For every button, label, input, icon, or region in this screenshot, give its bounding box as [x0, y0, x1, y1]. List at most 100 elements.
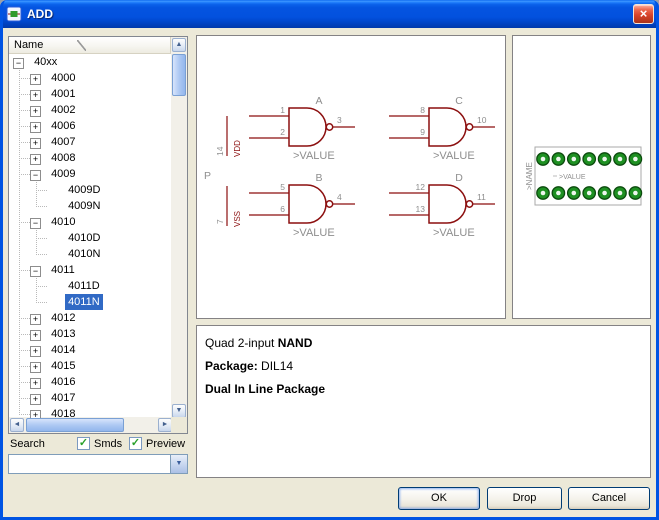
tree-expander[interactable]: + [30, 394, 41, 405]
tree-item-label[interactable]: 4010D [65, 230, 103, 246]
library-tree-panel: Name − 40xx + 4000 + 4001 + 4002 + 4006 … [8, 36, 188, 434]
tree-item-label[interactable]: 4011D [65, 278, 103, 294]
tree-item[interactable]: + 4002 [9, 102, 171, 118]
pad-hole [541, 157, 546, 162]
tree-expander[interactable]: + [30, 154, 41, 165]
preview-checkbox-label[interactable]: Preview [146, 438, 185, 450]
tree-item-label[interactable]: 4015 [48, 358, 78, 374]
smds-checkbox[interactable]: ✓ [77, 437, 90, 450]
tree-item-label[interactable]: 4007 [48, 134, 78, 150]
tree-item-label[interactable]: 4006 [48, 118, 78, 134]
scroll-up-icon: ▲ [176, 41, 183, 48]
tree-item[interactable]: 4011D [9, 278, 171, 294]
scroll-down-button[interactable]: ▼ [172, 404, 186, 418]
tree-expander[interactable]: + [30, 106, 41, 117]
cancel-button[interactable]: Cancel [568, 487, 650, 510]
scroll-left-button[interactable]: ◄ [10, 418, 24, 432]
vertical-scroll-thumb[interactable] [172, 54, 186, 96]
pad-hole [618, 191, 623, 196]
svg-text:>VALUE: >VALUE [433, 227, 475, 239]
preview-checkbox[interactable]: ✓ [129, 437, 142, 450]
tree-header-name[interactable]: Name [9, 37, 171, 54]
tree-item-label[interactable]: 4011N [65, 294, 103, 310]
tree-item[interactable]: + 4014 [9, 342, 171, 358]
svg-text:6: 6 [280, 204, 285, 214]
tree-item-label[interactable]: 4013 [48, 326, 78, 342]
tree-item[interactable]: 4009D [9, 182, 171, 198]
tree-item[interactable]: − 4011 [9, 262, 171, 278]
tree-item[interactable]: + 4012 [9, 310, 171, 326]
combo-dropdown-button[interactable]: ▼ [170, 455, 187, 473]
tree-item-label[interactable]: 4011 [48, 262, 78, 278]
drop-button[interactable]: Drop [487, 487, 562, 510]
tree-expander[interactable]: + [30, 346, 41, 357]
scroll-up-button[interactable]: ▲ [172, 38, 186, 52]
tree-item-label[interactable]: 4010N [65, 246, 103, 262]
tree-item[interactable]: + 4015 [9, 358, 171, 374]
tree-item-label[interactable]: 4009N [65, 198, 103, 214]
nand-gate-a: 1 2 3 A >VALUE [249, 95, 355, 162]
tree-item[interactable]: 4010N [9, 246, 171, 262]
tree-item[interactable]: + 4001 [9, 86, 171, 102]
svg-text:VDD: VDD [233, 140, 242, 157]
tree-horizontal-scrollbar[interactable]: ◄ ► [9, 417, 173, 433]
tree-item[interactable]: 4011N [9, 294, 171, 310]
tree-item-label[interactable]: 4010 [48, 214, 78, 230]
tree-item-label[interactable]: 4014 [48, 342, 78, 358]
svg-text:>VALUE: >VALUE [433, 150, 475, 162]
scroll-right-button[interactable]: ► [158, 418, 172, 432]
pad-hole [556, 157, 561, 162]
tree-expander[interactable]: + [30, 314, 41, 325]
tree-item[interactable]: − 4009 [9, 166, 171, 182]
svg-text:10: 10 [477, 115, 487, 125]
tree-item-label[interactable]: 4000 [48, 70, 78, 86]
tree-expander[interactable]: + [30, 378, 41, 389]
search-input[interactable] [9, 455, 170, 473]
tree-item[interactable]: + 4013 [9, 326, 171, 342]
close-button[interactable]: × [633, 4, 654, 24]
package-preview-panel: >NAME >VALUE [512, 35, 651, 319]
tree-item[interactable]: + 4017 [9, 390, 171, 406]
tree-item-label[interactable]: 4017 [48, 390, 78, 406]
tree-expander[interactable]: + [30, 330, 41, 341]
tree-expander[interactable]: + [30, 138, 41, 149]
ok-button[interactable]: OK [398, 487, 480, 510]
tree-expander[interactable]: − [13, 58, 24, 69]
tree-expander[interactable]: − [30, 266, 41, 277]
tree-item-label[interactable]: 4009D [65, 182, 103, 198]
tree-item-label[interactable]: 4016 [48, 374, 78, 390]
pad-hole [572, 157, 577, 162]
tree-expander[interactable]: − [30, 170, 41, 181]
tree-expander[interactable]: + [30, 74, 41, 85]
tree-item[interactable]: − 40xx [9, 54, 171, 70]
tree-item[interactable]: − 4010 [9, 214, 171, 230]
tree-item[interactable]: + 4007 [9, 134, 171, 150]
tree-item-label[interactable]: 4001 [48, 86, 78, 102]
pad-hole [602, 157, 607, 162]
package-pads [537, 153, 642, 199]
tree-item[interactable]: + 4006 [9, 118, 171, 134]
tree-item-label[interactable]: 40xx [31, 54, 60, 70]
tree-expander[interactable]: − [30, 218, 41, 229]
tree-item-label[interactable]: 4009 [48, 166, 78, 182]
tree-item[interactable]: + 4008 [9, 150, 171, 166]
tree-item[interactable]: 4010D [9, 230, 171, 246]
tree-expander[interactable]: + [30, 90, 41, 101]
tree-expander[interactable]: + [30, 410, 41, 418]
description-text: Quad 2-input [205, 336, 278, 350]
titlebar[interactable]: ADD × [0, 0, 659, 28]
search-input-combo[interactable]: ▼ [8, 454, 188, 474]
tree-expander[interactable]: + [30, 362, 41, 373]
tree-item[interactable]: 4009N [9, 198, 171, 214]
tree-item-label[interactable]: 4002 [48, 102, 78, 118]
smds-checkbox-label[interactable]: Smds [94, 438, 122, 450]
tree-item-label[interactable]: 4008 [48, 150, 78, 166]
svg-text:13: 13 [416, 204, 426, 214]
tree-item-label[interactable]: 4012 [48, 310, 78, 326]
tree-item[interactable]: + 4000 [9, 70, 171, 86]
tree-vertical-scrollbar[interactable]: ▲ ▼ [171, 37, 187, 419]
horizontal-scroll-thumb[interactable] [26, 418, 124, 432]
tree-item[interactable]: + 4016 [9, 374, 171, 390]
svg-text:C: C [455, 95, 463, 107]
tree-expander[interactable]: + [30, 122, 41, 133]
